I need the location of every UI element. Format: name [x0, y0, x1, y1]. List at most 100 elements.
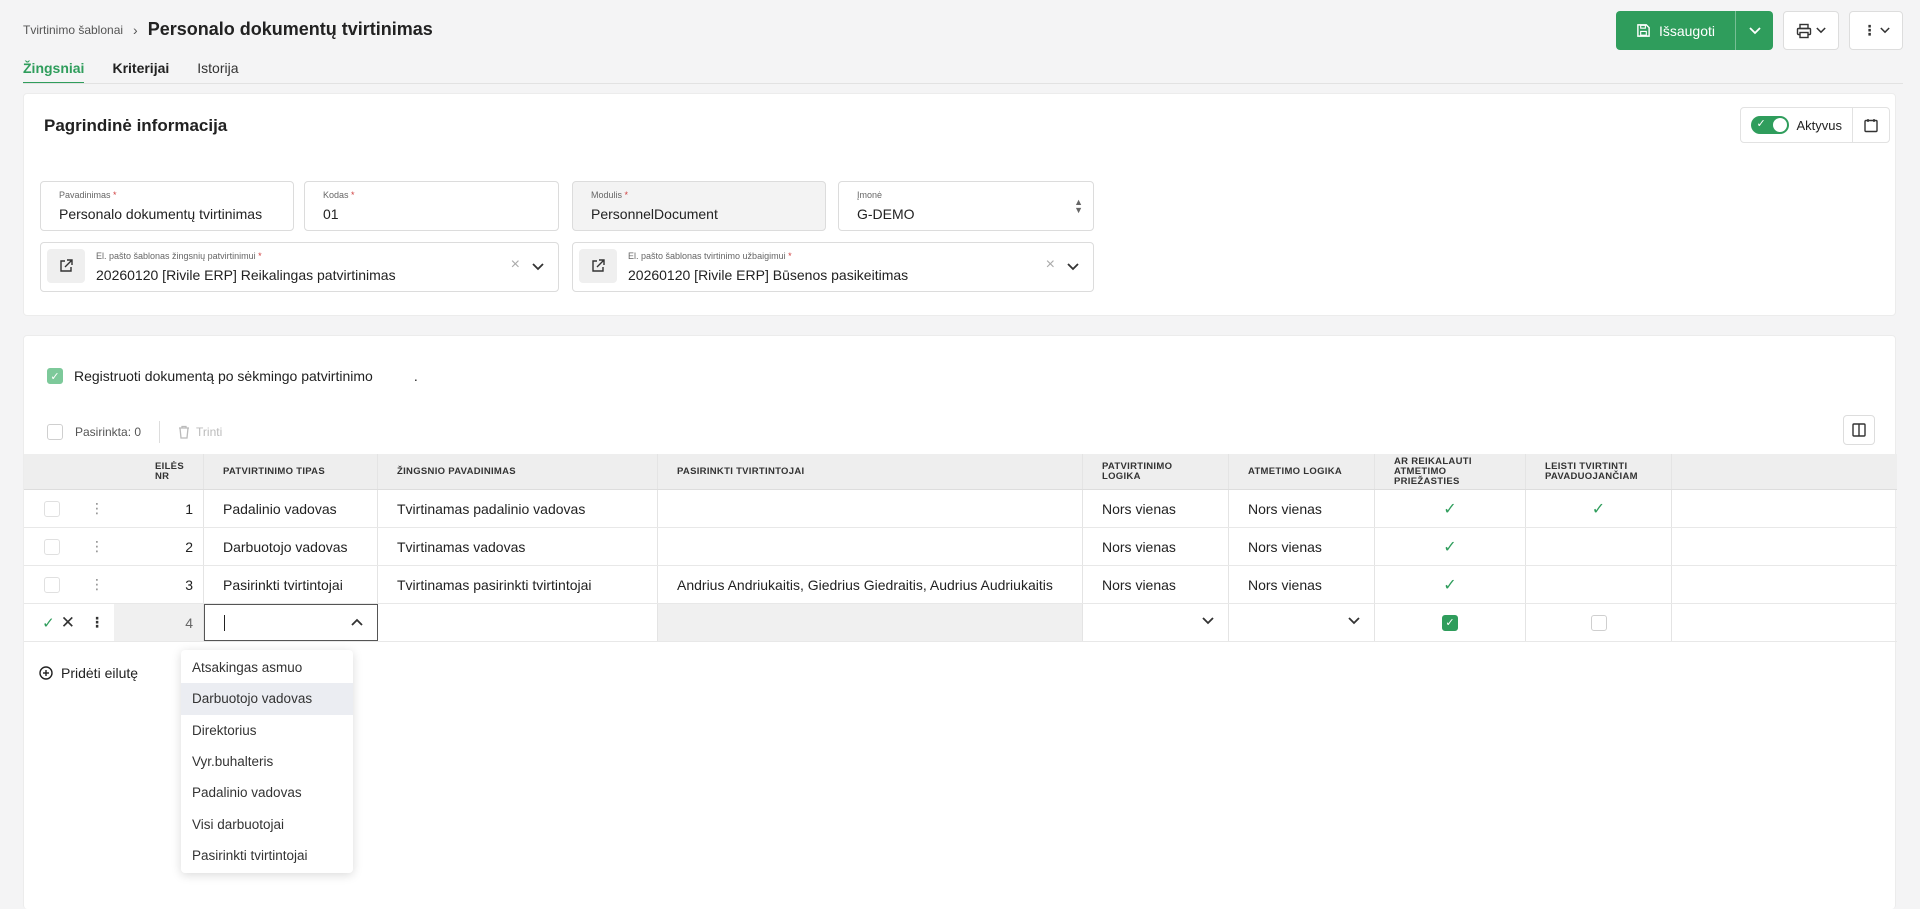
row-checkbox[interactable]: [43, 500, 60, 517]
code-field-value: 01: [323, 206, 339, 222]
register-document-checkbox[interactable]: ✓: [47, 368, 63, 384]
row-approve-logic[interactable]: Nors vienas: [1083, 528, 1229, 565]
chevron-up-icon[interactable]: [351, 618, 363, 626]
header-step-name[interactable]: ŽINGSNIO PAVADINIMAS: [378, 454, 658, 489]
row-menu-icon[interactable]: ⋮: [79, 604, 114, 641]
row-step-name[interactable]: Tvirtinamas pasirinkti tvirtintojai: [378, 566, 658, 603]
row-type[interactable]: Padalinio vadovas: [204, 490, 378, 527]
editing-row[interactable]: ✓ ✕ ⋮ 4 ✓: [24, 604, 1897, 642]
check-icon: ✓: [1443, 576, 1457, 594]
clear-icon[interactable]: ×: [1046, 256, 1055, 274]
row-approve-logic[interactable]: Nors vienas: [1083, 566, 1229, 603]
require-reason-checkbox[interactable]: ✓: [1442, 614, 1458, 631]
email-finish-template-field[interactable]: El. pašto šablonas tvirtinimo užbaigimui…: [572, 242, 1094, 292]
breadcrumb-link[interactable]: Tvirtinimo šablonai: [23, 23, 123, 37]
row-approve-logic[interactable]: Nors vienas: [1083, 490, 1229, 527]
print-button[interactable]: [1783, 11, 1839, 50]
column-settings-button[interactable]: [1843, 415, 1875, 445]
row-approvers[interactable]: Andrius Andriukaitis, Giedrius Giedraiti…: [658, 566, 1083, 603]
active-control: ✓ Aktyvus: [1740, 107, 1890, 143]
row-reject-logic[interactable]: Nors vienas: [1229, 566, 1375, 603]
name-field-label: Pavadinimas *: [59, 190, 117, 200]
row-reject-logic[interactable]: Nors vienas: [1229, 528, 1375, 565]
code-field[interactable]: Kodas * 01: [304, 181, 559, 231]
row-type[interactable]: Darbuotojo vadovas: [204, 528, 378, 565]
save-options-button[interactable]: [1735, 11, 1773, 50]
trash-icon: [179, 425, 190, 439]
header-allow-substitute[interactable]: LEISTI TVIRTINTI PAVADUOJANČIAM: [1526, 454, 1672, 489]
name-field[interactable]: Pavadinimas * Personalo dokumentų tvirti…: [40, 181, 294, 231]
chevron-down-icon[interactable]: [532, 257, 544, 277]
row-checkbox[interactable]: [43, 538, 60, 555]
row-require-reason[interactable]: ✓: [1375, 528, 1526, 565]
tab-criteria[interactable]: Kriterijai: [112, 60, 169, 84]
header-require-reason[interactable]: AR REIKALAUTI ATMETIMO PRIEŽASTIES: [1375, 454, 1526, 489]
add-row-label: Pridėti eilutę: [61, 665, 139, 681]
header-type[interactable]: PATVIRTINIMO TIPAS: [204, 454, 378, 489]
open-template-button[interactable]: [579, 249, 617, 283]
add-row-button[interactable]: Pridėti eilutę: [39, 665, 138, 681]
table-row[interactable]: ⋮ 1 Padalinio vadovas Tvirtinamas padali…: [24, 490, 1897, 528]
cancel-icon[interactable]: ✕: [61, 613, 75, 633]
row-checkbox[interactable]: [43, 576, 60, 593]
header-nr[interactable]: EILĖS NR: [114, 454, 204, 489]
company-field-label: Įmonė: [857, 190, 883, 200]
tab-history[interactable]: Istorija: [197, 60, 238, 84]
row-allow-substitute[interactable]: ✓: [1526, 490, 1672, 527]
dropdown-option[interactable]: Direktorius: [181, 715, 353, 746]
row-require-reason[interactable]: ✓: [1375, 490, 1526, 527]
company-field[interactable]: Įmonė G-DEMO ▲ ▼: [838, 181, 1094, 231]
dropdown-option[interactable]: Pasirinkti tvirtintojai: [181, 840, 353, 871]
row-select-cell: [24, 566, 79, 603]
row-allow-substitute[interactable]: [1526, 566, 1672, 603]
dropdown-option[interactable]: Visi darbuotojai: [181, 808, 353, 839]
approve-logic-select[interactable]: [1083, 604, 1229, 641]
row-menu-icon[interactable]: ⋮: [79, 490, 114, 527]
email-step-template-label: El. pašto šablonas žingsnių patvirtinimu…: [96, 251, 262, 261]
calendar-button[interactable]: [1853, 108, 1889, 142]
email-step-template-field[interactable]: El. pašto šablonas žingsnių patvirtinimu…: [40, 242, 559, 292]
updown-icon[interactable]: ▲ ▼: [1074, 198, 1083, 215]
dropdown-option[interactable]: Vyr.buhalteris: [181, 746, 353, 777]
module-field: Modulis * PersonnelDocument: [572, 181, 826, 231]
row-step-name[interactable]: Tvirtinamas padalinio vadovas: [378, 490, 658, 527]
text-cursor: [224, 614, 225, 631]
table-row[interactable]: ⋮ 3 Pasirinkti tvirtintojai Tvirtinamas …: [24, 566, 1897, 604]
clear-icon[interactable]: ×: [511, 256, 520, 274]
row-type[interactable]: Pasirinkti tvirtintojai: [204, 566, 378, 603]
row-require-reason[interactable]: ✓: [1375, 566, 1526, 603]
row-menu-icon[interactable]: ⋮: [79, 566, 114, 603]
confirm-icon[interactable]: ✓: [42, 614, 55, 632]
header-reject-logic[interactable]: ATMETIMO LOGIKA: [1229, 454, 1375, 489]
table-row[interactable]: ⋮ 2 Darbuotojo vadovas Tvirtinamas vadov…: [24, 528, 1897, 566]
row-menu-icon[interactable]: ⋮: [79, 528, 114, 565]
external-link-icon: [592, 259, 605, 272]
type-select-input[interactable]: [204, 604, 378, 641]
allow-substitute-checkbox[interactable]: [1590, 614, 1607, 631]
chevron-down-icon[interactable]: [1067, 257, 1079, 277]
chevron-down-icon[interactable]: [1348, 617, 1360, 625]
chevron-down-icon[interactable]: [1202, 617, 1214, 625]
check-icon: ✓: [1443, 500, 1457, 518]
active-switch[interactable]: ✓: [1751, 116, 1790, 134]
row-step-name[interactable]: Tvirtinamas vadovas: [378, 528, 658, 565]
row-approvers[interactable]: [658, 490, 1083, 527]
header-approvers[interactable]: PASIRINKTI TVIRTINTOJAI: [658, 454, 1083, 489]
header-approve-logic[interactable]: PATVIRTINIMO LOGIKA: [1083, 454, 1229, 489]
active-toggle[interactable]: ✓ Aktyvus: [1741, 108, 1853, 142]
delete-button[interactable]: Trinti: [178, 425, 222, 439]
save-button[interactable]: Išsaugoti: [1616, 11, 1735, 50]
dropdown-option[interactable]: Atsakingas asmuo: [181, 652, 353, 683]
more-options-button[interactable]: ⋮: [1849, 11, 1903, 50]
dropdown-option-highlighted[interactable]: Darbuotojo vadovas: [181, 683, 353, 715]
tab-steps[interactable]: Žingsniai: [23, 60, 85, 84]
row-approvers[interactable]: [658, 528, 1083, 565]
row-allow-substitute[interactable]: [1526, 528, 1672, 565]
open-template-button[interactable]: [47, 249, 85, 283]
row-reject-logic[interactable]: Nors vienas: [1229, 490, 1375, 527]
step-name-input[interactable]: [378, 604, 658, 641]
dropdown-option[interactable]: Padalinio vadovas: [181, 777, 353, 808]
select-all-checkbox[interactable]: [47, 424, 63, 440]
main-info-title: Pagrindinė informacija: [44, 116, 228, 135]
reject-logic-select[interactable]: [1229, 604, 1375, 641]
